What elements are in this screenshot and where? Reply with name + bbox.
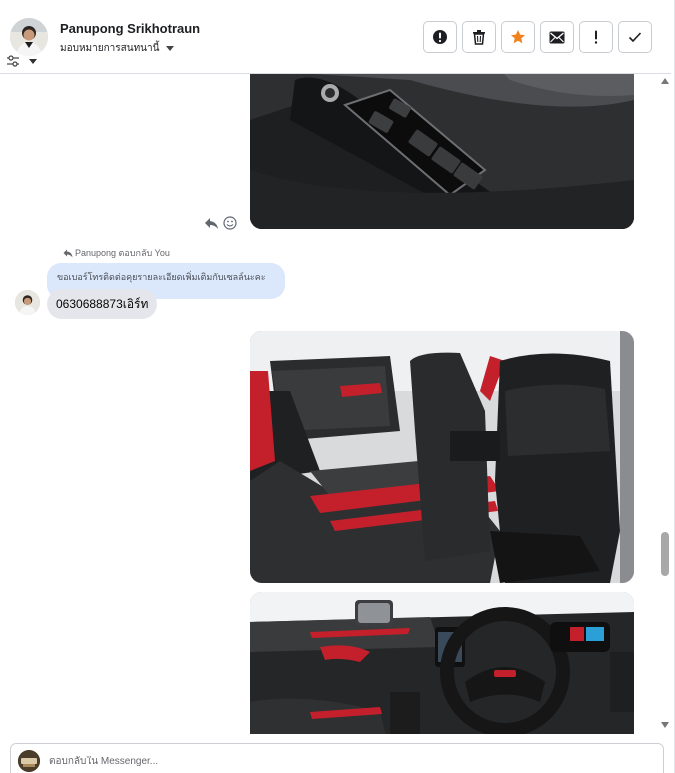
contact-avatar[interactable]: [10, 18, 48, 56]
car-door-window-switch-photo[interactable]: [250, 74, 634, 229]
scroll-up-arrow-icon[interactable]: [661, 78, 669, 84]
delete-button[interactable]: [462, 21, 496, 53]
mark-unread-button[interactable]: [540, 21, 574, 53]
exclamation-circle-icon: [433, 30, 447, 44]
car-dashboard-steering-photo[interactable]: [250, 592, 634, 734]
follow-up-button[interactable]: [579, 21, 613, 53]
reply-meta-text: Panupong ตอบกลับ You: [75, 248, 170, 258]
envelope-icon: [549, 31, 565, 43]
reply-composer: [10, 743, 664, 773]
sliders-icon: [7, 55, 19, 67]
reply-icon[interactable]: [204, 217, 219, 230]
message-thread[interactable]: Panupong ตอบกลับ You ขอเบอร์โทรติดต่อคุย…: [0, 74, 661, 734]
chevron-down-icon: [29, 58, 37, 64]
scrollbar-thumb[interactable]: [661, 532, 669, 576]
reply-input[interactable]: [49, 756, 649, 767]
customer-message-bubble[interactable]: 0630688873เอิร์ท: [47, 289, 158, 319]
conversation-actions: [423, 21, 652, 53]
assign-label: มอบหมายการสนทนานี้: [60, 43, 160, 54]
page-avatar: [18, 750, 40, 772]
checkmark-icon: [628, 32, 642, 43]
conversation-header: Panupong Srikhotraun มอบหมายการสนทนานี้: [0, 0, 671, 74]
reply-arrow-icon: [63, 249, 73, 257]
scroll-down-arrow-icon[interactable]: [661, 722, 669, 728]
chevron-down-icon: [166, 46, 175, 51]
car-rear-seats-photo[interactable]: [250, 331, 634, 583]
thread-scrollbar[interactable]: [659, 74, 671, 734]
contact-name[interactable]: Panupong Srikhotraun: [60, 21, 200, 36]
trash-icon: [473, 30, 485, 45]
customer-avatar[interactable]: [15, 290, 40, 315]
mark-done-button[interactable]: [618, 21, 652, 53]
star-button[interactable]: [501, 21, 535, 53]
mark-spam-button[interactable]: [423, 21, 457, 53]
messenger-conversation-panel: Panupong Srikhotraun มอบหมายการสนทนานี้: [0, 0, 675, 773]
assign-conversation-dropdown[interactable]: มอบหมายการสนทนานี้: [60, 41, 175, 56]
exclamation-icon: [594, 30, 598, 44]
star-icon: [511, 30, 525, 44]
emoji-icon[interactable]: [223, 216, 237, 230]
message-actions: [204, 216, 237, 230]
reply-metadata: Panupong ตอบกลับ You: [63, 246, 170, 260]
filter-settings-control[interactable]: [6, 55, 37, 67]
